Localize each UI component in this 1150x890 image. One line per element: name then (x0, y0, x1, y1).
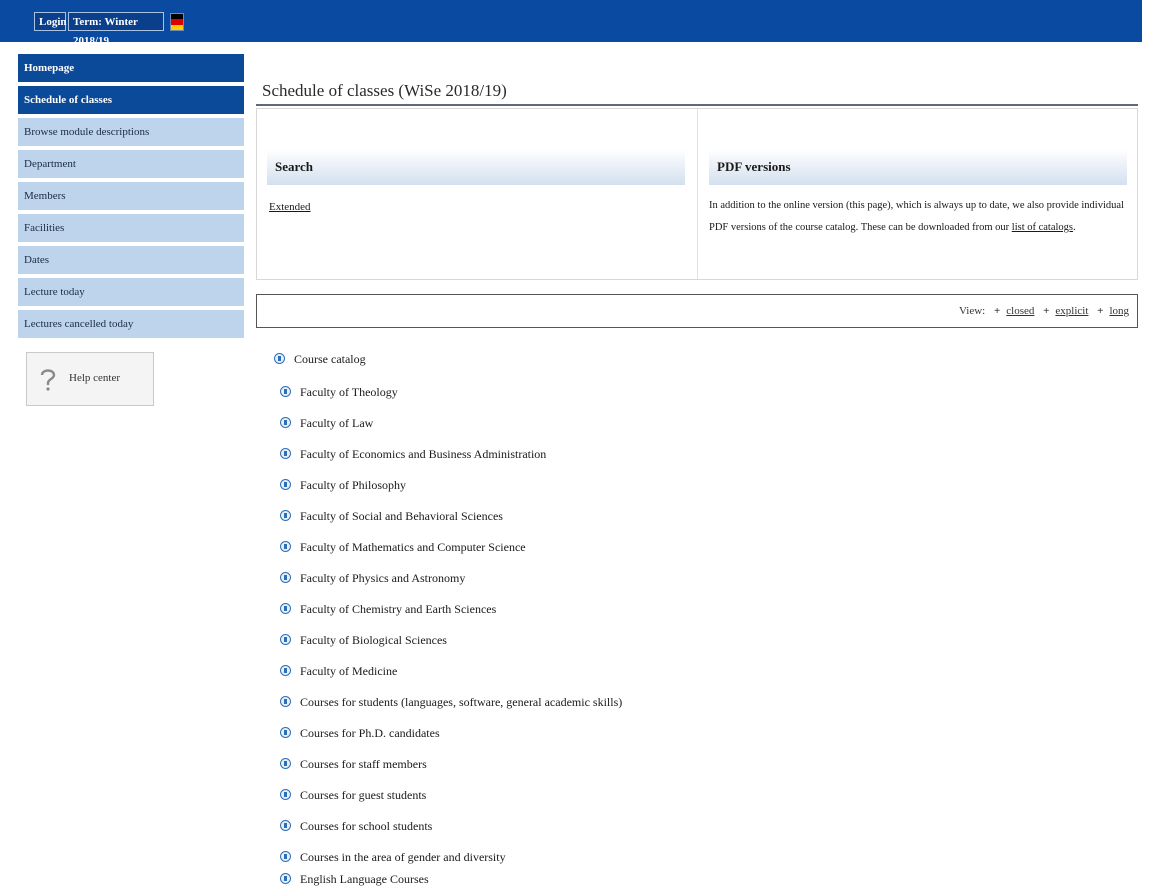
extended-search-link[interactable]: Extended (269, 201, 311, 213)
tree-label: Courses for Ph.D. candidates (300, 726, 440, 740)
help-center-label: Help center (69, 372, 120, 384)
expand-icon (280, 873, 291, 884)
german-flag-icon[interactable] (170, 13, 184, 31)
tree-label: Faculty of Theology (300, 385, 398, 399)
sidebar-item-module-descriptions[interactable]: Browse module descriptions (18, 118, 244, 146)
search-pdf-panel: Search Extended PDF versions In addition… (256, 108, 1138, 280)
view-explicit-link[interactable]: explicit (1055, 305, 1088, 317)
expand-icon (280, 696, 291, 707)
top-bar: Login Term: Winter 2018/19 (0, 0, 1142, 47)
sidebar-item-dates[interactable]: Dates (18, 246, 244, 274)
tree-label: Faculty of Law (300, 416, 374, 430)
plus-icon: + (1043, 305, 1050, 317)
sidebar-item-lectures-cancelled[interactable]: Lectures cancelled today (18, 310, 244, 338)
term-selector-button[interactable]: Term: Winter 2018/19 (68, 12, 164, 47)
tree-label: Faculty of Physics and Astronomy (300, 571, 466, 585)
sidebar-item-homepage[interactable]: Homepage (18, 54, 244, 82)
page-title: Schedule of classes (WiSe 2018/19) (262, 81, 507, 101)
tree-label: Faculty of Biological Sciences (300, 633, 447, 647)
expand-icon (280, 789, 291, 800)
login-button[interactable]: Login (34, 12, 67, 31)
sidebar-item-department[interactable]: Department (18, 150, 244, 178)
expand-icon (280, 851, 291, 862)
pdf-versions-heading: PDF versions (709, 149, 1127, 185)
view-options-bar: View: + closed + explicit + long (256, 294, 1138, 328)
tree-label: Faculty of Mathematics and Computer Scie… (300, 540, 526, 554)
view-label: View: (959, 305, 986, 317)
expand-icon (280, 386, 291, 397)
title-divider (256, 104, 1138, 106)
tree-label: Courses for staff members (300, 757, 427, 771)
plus-icon: + (1097, 305, 1104, 317)
expand-icon (280, 727, 291, 738)
tree-label: English Language Courses (300, 872, 429, 886)
view-options: View: + closed + explicit + long (959, 305, 1129, 317)
sidebar-item-members[interactable]: Members (18, 182, 244, 210)
expand-icon (280, 510, 291, 521)
expand-icon (280, 758, 291, 769)
tree-label: Faculty of Medicine (300, 664, 398, 678)
tree-label: Faculty of Philosophy (300, 478, 407, 492)
expand-icon (280, 417, 291, 428)
tree-label: Courses in the area of gender and divers… (300, 850, 506, 864)
sidebar-item-schedule-of-classes[interactable]: Schedule of classes (18, 86, 244, 114)
tree-label: Faculty of Economics and Business Admini… (300, 447, 547, 461)
plus-icon: + (993, 305, 1001, 317)
tree-label: Faculty of Social and Behavioral Science… (300, 509, 503, 523)
tree-label: Course catalog (294, 352, 366, 366)
search-heading: Search (267, 149, 685, 185)
help-center-button[interactable]: Help center (26, 352, 154, 406)
expand-icon (280, 820, 291, 831)
expand-icon (280, 479, 291, 490)
expand-icon (280, 572, 291, 583)
expand-icon (280, 665, 291, 676)
list-of-catalogs-link[interactable]: list of catalogs (1012, 222, 1073, 233)
tree-label: Courses for school students (300, 819, 433, 833)
expand-icon (274, 353, 285, 364)
view-long-link[interactable]: long (1109, 305, 1129, 317)
expand-icon (280, 634, 291, 645)
sidebar-item-lecture-today[interactable]: Lecture today (18, 278, 244, 306)
sidebar-item-facilities[interactable]: Facilities (18, 214, 244, 242)
panel-divider (697, 109, 698, 279)
tree-label: Courses for guest students (300, 788, 427, 802)
view-closed-link[interactable]: closed (1006, 305, 1034, 317)
expand-icon (280, 541, 291, 552)
expand-icon (280, 603, 291, 614)
expand-icon (280, 448, 291, 459)
help-question-icon (40, 369, 56, 391)
tree-label: Faculty of Chemistry and Earth Sciences (300, 602, 497, 616)
tree-label: Courses for students (languages, softwar… (300, 695, 623, 709)
pdf-versions-text: In addition to the online version (this … (709, 200, 1124, 233)
